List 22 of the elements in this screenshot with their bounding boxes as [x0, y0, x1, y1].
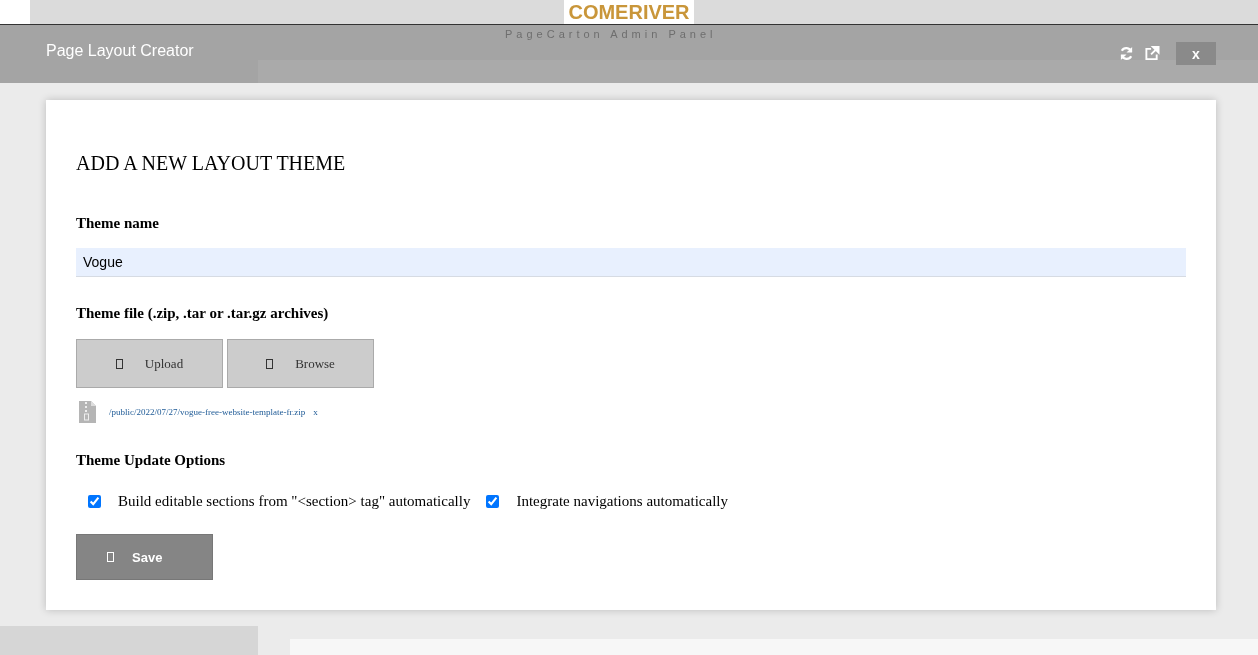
field-label: Theme Update Options	[76, 452, 227, 469]
remove-link[interactable]: x	[313, 407, 318, 417]
glyph-icon	[107, 552, 114, 562]
glyph-icon	[266, 358, 274, 369]
window-title: Page Layout Creator	[46, 42, 194, 60]
checkbox[interactable]	[486, 495, 500, 508]
zip-file-icon	[78, 400, 97, 424]
file-button[interactable]: Upload	[76, 339, 223, 388]
logo: COMERIVER	[564, 0, 694, 24]
external-link-icon[interactable]	[1144, 46, 1160, 61]
form-heading: ADD A NEW LAYOUT THEME	[76, 152, 347, 175]
checkbox-label: Build editable sections from "<section> tag" automatically	[118, 493, 471, 510]
field-label: Theme name	[76, 215, 160, 232]
file-button[interactable]: Browse	[227, 339, 374, 388]
glyph-icon	[115, 358, 123, 369]
checkbox[interactable]	[88, 495, 101, 508]
input-field[interactable]: Vogue	[76, 248, 1186, 277]
refresh-icon[interactable]	[1119, 46, 1134, 61]
checkbox-label: Integrate navigations automatically	[516, 493, 728, 510]
save-button[interactable]: Save	[76, 534, 213, 580]
field-label: Theme file (.zip, .tar or .tar.gz archives)	[76, 305, 330, 322]
file-link[interactable]: /public/2022/07/27/vogue-free-website-template-fr.zip	[109, 407, 306, 417]
